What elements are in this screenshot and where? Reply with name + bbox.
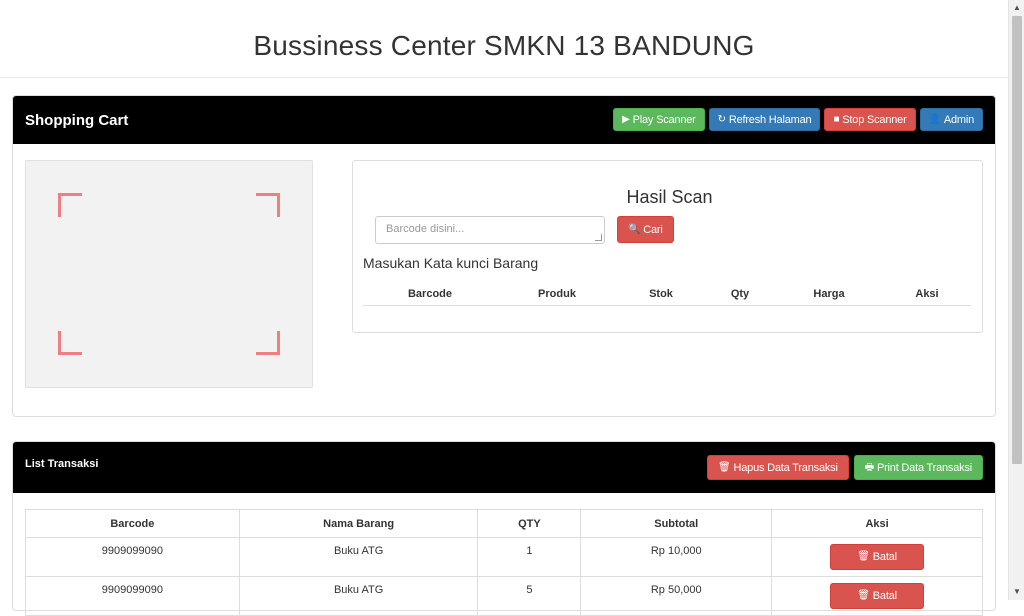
row-barcode: 9909099090 — [25, 537, 240, 577]
scan-result-title: Hasil Scan — [353, 187, 982, 208]
keyword-label: Masukan Kata kunci Barang — [363, 255, 539, 271]
search-icon: 🔍 — [628, 223, 641, 235]
search-button[interactable]: 🔍 Cari — [617, 216, 674, 243]
cancel-item-button[interactable]: 🗑 Batal — [830, 544, 925, 570]
scanner-button-group: ▶ Play Scanner ↻ Refresh Halaman ■ Stop … — [613, 108, 983, 131]
row-name: Buku ATG — [238, 576, 479, 616]
row-qty: 5 — [477, 576, 582, 616]
col-barcode: Barcode — [363, 283, 497, 306]
scan-table-header-row: Barcode Produk Stok Qty Harga Aksi — [363, 283, 971, 306]
shopping-cart-title: Shopping Cart — [25, 112, 129, 129]
scanner-corner-top-right — [256, 193, 280, 217]
col-produk: Produk — [497, 283, 617, 306]
row-barcode: 9909099090 — [25, 576, 240, 616]
resize-grip-icon[interactable] — [595, 234, 602, 241]
scan-result-title-text: Hasil Scan — [626, 187, 713, 207]
col-aksi: Aksi — [771, 509, 983, 538]
shopping-cart-header: Shopping Cart ▶ Play Scanner ↻ Refresh H… — [13, 96, 995, 144]
delete-transactions-button[interactable]: 🗑 Hapus Data Transaksi — [706, 455, 849, 480]
transaction-list-panel: List Transaksi 🗑 Hapus Data Transaksi 🖶 … — [12, 441, 996, 616]
col-subtotal: Subtotal — [580, 509, 773, 538]
col-aksi: Aksi — [883, 283, 971, 306]
print-transactions-label: Print Data Transaksi — [876, 461, 972, 474]
barcode-input-placeholder: Barcode disini... — [386, 223, 465, 235]
scroll-down-arrow-icon[interactable]: ▼ — [1009, 584, 1024, 600]
admin-label: Admin — [943, 113, 974, 126]
scroll-up-arrow-icon[interactable]: ▲ — [1009, 0, 1024, 16]
table-row: 9909099090 Buku ATG 5 Rp 50,000 🗑 Batal — [25, 576, 983, 616]
col-nama-barang: Nama Barang — [238, 509, 479, 538]
table-row: 9909099090 Buku ATG 1 Rp 10,000 🗑 Batal — [25, 537, 983, 577]
row-qty: 1 — [477, 537, 582, 577]
delete-transactions-label: Hapus Data Transaksi — [733, 461, 838, 474]
scanner-corner-top-left — [58, 193, 82, 217]
col-stok: Stok — [617, 283, 705, 306]
cancel-item-label: Batal — [872, 551, 897, 563]
play-scanner-button[interactable]: ▶ Play Scanner — [613, 108, 705, 131]
stop-scanner-button[interactable]: ■ Stop Scanner — [824, 108, 916, 131]
print-transactions-button[interactable]: 🖶 Print Data Transaksi — [853, 455, 983, 480]
transaction-list-title: List Transaksi — [25, 458, 99, 470]
col-barcode: Barcode — [25, 509, 240, 538]
trash-icon: 🗑 — [857, 551, 870, 562]
row-subtotal: Rp 50,000 — [580, 576, 773, 616]
scroll-thumb[interactable] — [1012, 16, 1022, 464]
scanner-corner-bottom-right — [256, 331, 280, 355]
search-label: Cari — [643, 223, 663, 236]
shopping-cart-panel: Shopping Cart ▶ Play Scanner ↻ Refresh H… — [12, 95, 996, 417]
site-header: Bussiness Center SMKN 13 BANDUNG — [0, 0, 1008, 78]
row-subtotal: Rp 10,000 — [580, 537, 773, 577]
col-qty: QTY — [477, 509, 582, 538]
refresh-page-button[interactable]: ↻ Refresh Halaman — [708, 108, 821, 131]
scanner-viewport — [25, 160, 313, 388]
cancel-item-label: Batal — [872, 590, 897, 602]
scan-result-table: Barcode Produk Stok Qty Harga Aksi — [363, 283, 971, 306]
scan-result-box: Hasil Scan Barcode disini... 🔍 Cari Masu… — [352, 160, 983, 333]
play-icon: ▶ — [622, 113, 630, 125]
col-harga: Harga — [775, 283, 883, 306]
barcode-input[interactable]: Barcode disini... — [375, 216, 605, 244]
stop-scanner-label: Stop Scanner — [842, 113, 907, 126]
col-qty: Qty — [705, 283, 775, 306]
row-name: Buku ATG — [238, 537, 479, 577]
page: Bussiness Center SMKN 13 BANDUNG Shoppin… — [0, 0, 1008, 616]
scanner-corner-bottom-left — [58, 331, 82, 355]
refresh-page-label: Refresh Halaman — [728, 113, 812, 126]
transaction-button-group: 🗑 Hapus Data Transaksi 🖶 Print Data Tran… — [706, 455, 983, 480]
refresh-icon: ↻ — [717, 113, 726, 125]
print-icon: 🖶 — [864, 461, 874, 473]
page-title: Bussiness Center SMKN 13 BANDUNG — [253, 30, 755, 61]
stop-icon: ■ — [833, 113, 840, 125]
row-action-cell: 🗑 Batal — [771, 537, 983, 577]
transaction-header-row: Barcode Nama Barang QTY Subtotal Aksi — [25, 509, 983, 538]
user-icon: 👤 — [928, 113, 941, 125]
transaction-list-header: List Transaksi 🗑 Hapus Data Transaksi 🖶 … — [13, 442, 995, 493]
vertical-scrollbar[interactable]: ▲ ▼ — [1008, 0, 1024, 600]
cancel-item-button[interactable]: 🗑 Batal — [830, 583, 925, 609]
row-action-cell: 🗑 Batal — [771, 576, 983, 616]
play-scanner-label: Play Scanner — [632, 113, 696, 126]
admin-button[interactable]: 👤 Admin — [919, 108, 983, 131]
trash-icon: 🗑 — [717, 461, 731, 473]
